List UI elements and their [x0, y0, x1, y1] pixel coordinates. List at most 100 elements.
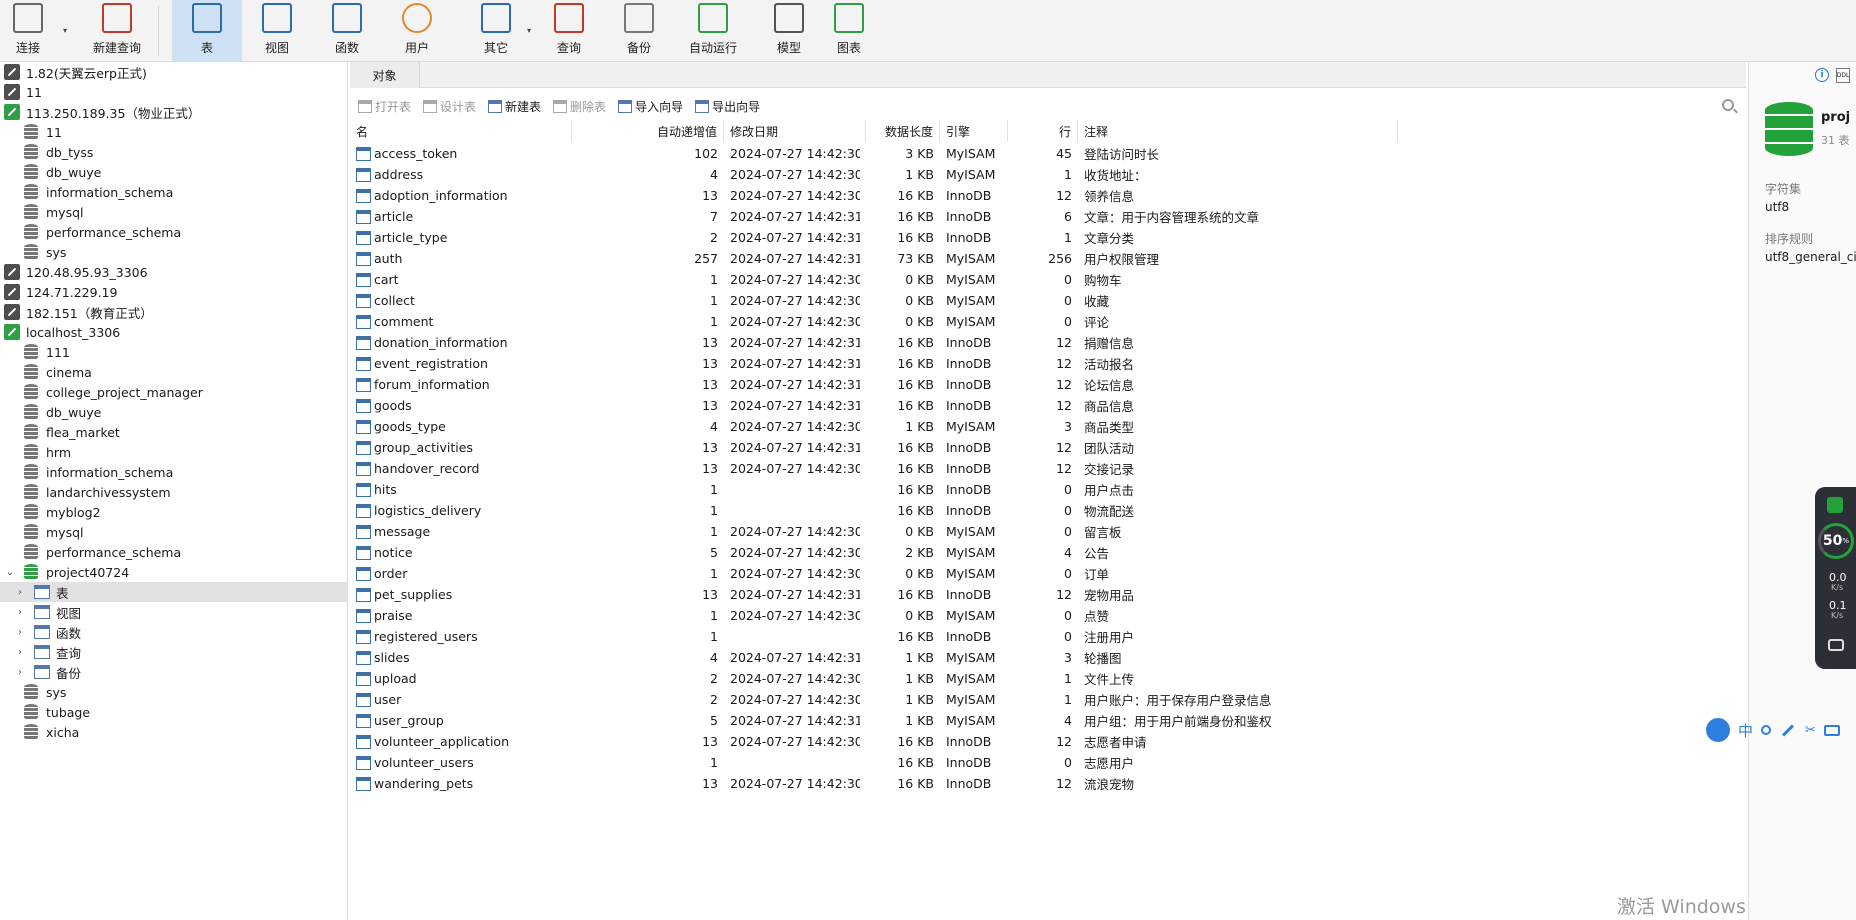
tree-node[interactable]: mysql: [0, 202, 348, 222]
table-row[interactable]: wandering_pets 13 2024-07-27 14:42:30 16 KB…: [350, 773, 1746, 794]
info-icon[interactable]: i: [1815, 68, 1829, 82]
ddl-icon[interactable]: DDL: [1836, 68, 1850, 83]
tree-node[interactable]: flea_market: [0, 422, 348, 442]
tree-node[interactable]: hrm: [0, 442, 348, 462]
pen-icon[interactable]: [1782, 723, 1795, 737]
column-header[interactable]: 引擎: [940, 120, 1008, 142]
column-header[interactable]: 注释: [1078, 120, 1398, 142]
tree-node[interactable]: performance_schema: [0, 222, 348, 242]
tab-objects[interactable]: 对象: [350, 62, 420, 88]
tree-node[interactable]: 11: [0, 122, 348, 142]
table-row[interactable]: collect 1 2024-07-27 14:42:30 0 KB MyISAM 0 收藏: [350, 290, 1746, 311]
connection-tree[interactable]: 1.82(天翼云erp正式) 11 113.250.189.35（物业正式） 11 db…: [0, 62, 348, 920]
table-row[interactable]: handover_record 13 2024-07-27 14:42:30 16 K…: [350, 458, 1746, 479]
table-row[interactable]: praise 1 2024-07-27 14:42:30 0 KB MyISAM 0 点赞: [350, 605, 1746, 626]
tree-node[interactable]: information_schema: [0, 182, 348, 202]
action-button-2[interactable]: 新建表: [488, 98, 541, 115]
table-row[interactable]: donation_information 13 2024-07-27 14:42:3…: [350, 332, 1746, 353]
ime-mode[interactable]: 中: [1738, 720, 1753, 741]
tree-node[interactable]: college_project_manager: [0, 382, 348, 402]
chevron-right-icon[interactable]: ›: [14, 667, 26, 678]
tree-node[interactable]: performance_schema: [0, 542, 348, 562]
column-header[interactable]: 数据长度: [866, 120, 940, 142]
toolbar-button-7[interactable]: 查询: [532, 0, 606, 61]
tree-node[interactable]: 113.250.189.35（物业正式）: [0, 102, 348, 122]
toolbar-button-2[interactable]: 表: [172, 0, 242, 61]
network-meter-widget[interactable]: 50% 0.0 K/s 0.1 K/s: [1815, 487, 1856, 669]
table-row[interactable]: order 1 2024-07-27 14:42:30 0 KB MyISAM 0 订单: [350, 563, 1746, 584]
table-row[interactable]: upload 2 2024-07-27 14:42:30 1 KB MyISAM 1 文件上…: [350, 668, 1746, 689]
table-row[interactable]: goods_type 4 2024-07-27 14:42:30 1 KB MyISAM…: [350, 416, 1746, 437]
table-row[interactable]: user_group 5 2024-07-27 14:42:31 1 KB MyISAM…: [350, 710, 1746, 731]
tree-node[interactable]: myblog2: [0, 502, 348, 522]
action-button-0[interactable]: 打开表: [358, 98, 411, 115]
tree-node[interactable]: db_wuye: [0, 402, 348, 422]
table-row[interactable]: volunteer_users 1 16 KB InnoDB 0 志愿用户: [350, 752, 1746, 773]
tree-node[interactable]: › 查询: [0, 642, 348, 662]
table-row[interactable]: access_token 102 2024-07-27 14:42:30 3 KB My…: [350, 143, 1746, 164]
tree-node[interactable]: › 函数: [0, 622, 348, 642]
tree-node[interactable]: xicha: [0, 722, 348, 742]
tree-node[interactable]: db_tyss: [0, 142, 348, 162]
table-row[interactable]: volunteer_application 13 2024-07-27 14:42:…: [350, 731, 1746, 752]
tree-node[interactable]: › 视图: [0, 602, 348, 622]
toolbar-button-3[interactable]: 视图: [242, 0, 312, 61]
table-row[interactable]: article_type 2 2024-07-27 14:42:31 16 KB Inn…: [350, 227, 1746, 248]
table-row[interactable]: goods 13 2024-07-27 14:42:31 16 KB InnoDB 12 商…: [350, 395, 1746, 416]
punctuation-icon[interactable]: [1761, 725, 1772, 735]
table-row[interactable]: auth 257 2024-07-27 14:42:31 73 KB MyISAM 256…: [350, 248, 1746, 269]
table-row[interactable]: message 1 2024-07-27 14:42:30 0 KB MyISAM 0 留言…: [350, 521, 1746, 542]
chevron-right-icon[interactable]: ›: [14, 627, 26, 638]
chevron-right-icon[interactable]: ›: [14, 587, 26, 598]
camera-icon[interactable]: [1828, 639, 1844, 651]
column-header[interactable]: 名: [350, 120, 572, 142]
toolbar-button-5[interactable]: 用户: [382, 0, 452, 61]
table-row[interactable]: forum_information 13 2024-07-27 14:42:31 16…: [350, 374, 1746, 395]
chevron-down-icon[interactable]: ⌄: [4, 567, 16, 578]
tree-node[interactable]: ⌄ project40724: [0, 562, 348, 582]
table-row[interactable]: registered_users 1 16 KB InnoDB 0 注册用户: [350, 626, 1746, 647]
tree-node[interactable]: 124.71.229.19: [0, 282, 348, 302]
toolbar-button-6[interactable]: 其它: [462, 0, 530, 61]
toolbar-button-4[interactable]: 函数: [312, 0, 382, 61]
toolbar-button-8[interactable]: 备份: [606, 0, 672, 61]
action-button-1[interactable]: 设计表: [423, 98, 476, 115]
tree-node[interactable]: localhost_3306: [0, 322, 348, 342]
tree-node[interactable]: › 备份: [0, 662, 348, 682]
search-icon[interactable]: [1722, 99, 1734, 111]
scissors-icon[interactable]: ✂: [1805, 723, 1816, 738]
tree-node[interactable]: mysql: [0, 522, 348, 542]
tree-node[interactable]: cinema: [0, 362, 348, 382]
chevron-right-icon[interactable]: ›: [14, 647, 26, 658]
toolbar-button-9[interactable]: 自动运行: [672, 0, 754, 61]
table-row[interactable]: address 4 2024-07-27 14:42:30 1 KB MyISAM 1 收货…: [350, 164, 1746, 185]
tree-node[interactable]: › 表: [0, 582, 348, 602]
toolbar-button-1[interactable]: 新建查询: [68, 0, 166, 61]
toolbar-button-10[interactable]: 模型: [754, 0, 824, 61]
column-header[interactable]: 自动递增值: [572, 120, 724, 142]
table-row[interactable]: event_registration 13 2024-07-27 14:42:31 1…: [350, 353, 1746, 374]
keyboard-icon[interactable]: [1823, 724, 1840, 736]
column-header[interactable]: 修改日期: [724, 120, 866, 142]
table-row[interactable]: notice 5 2024-07-27 14:42:30 2 KB MyISAM 4 公告: [350, 542, 1746, 563]
tree-node[interactable]: tubage: [0, 702, 348, 722]
table-row[interactable]: article 7 2024-07-27 14:42:31 16 KB InnoDB 6 文…: [350, 206, 1746, 227]
dropdown-arrow-icon[interactable]: ▾: [527, 26, 531, 35]
tree-node[interactable]: 11: [0, 82, 348, 102]
tree-node[interactable]: db_wuye: [0, 162, 348, 182]
column-header[interactable]: 行: [1008, 120, 1078, 142]
chevron-right-icon[interactable]: ›: [14, 607, 26, 618]
tree-node[interactable]: information_schema: [0, 462, 348, 482]
table-row[interactable]: group_activities 13 2024-07-27 14:42:31 16 …: [350, 437, 1746, 458]
toolbar-button-11[interactable]: 图表: [824, 0, 874, 61]
tree-node[interactable]: sys: [0, 242, 348, 262]
table-row[interactable]: logistics_delivery 1 16 KB InnoDB 0 物流配送: [350, 500, 1746, 521]
table-row[interactable]: hits 1 16 KB InnoDB 0 用户点击: [350, 479, 1746, 500]
table-row[interactable]: user 2 2024-07-27 14:42:30 1 KB MyISAM 1 用户账户：…: [350, 689, 1746, 710]
dropdown-arrow-icon[interactable]: ▾: [63, 26, 67, 35]
tree-node[interactable]: 182.151（教育正式）: [0, 302, 348, 322]
action-button-5[interactable]: 导出向导: [695, 98, 760, 115]
tree-node[interactable]: 1.82(天翼云erp正式): [0, 62, 348, 82]
ime-toolbar[interactable]: 中 ✂: [1706, 715, 1856, 745]
table-row[interactable]: pet_supplies 13 2024-07-27 14:42:31 16 KB In…: [350, 584, 1746, 605]
